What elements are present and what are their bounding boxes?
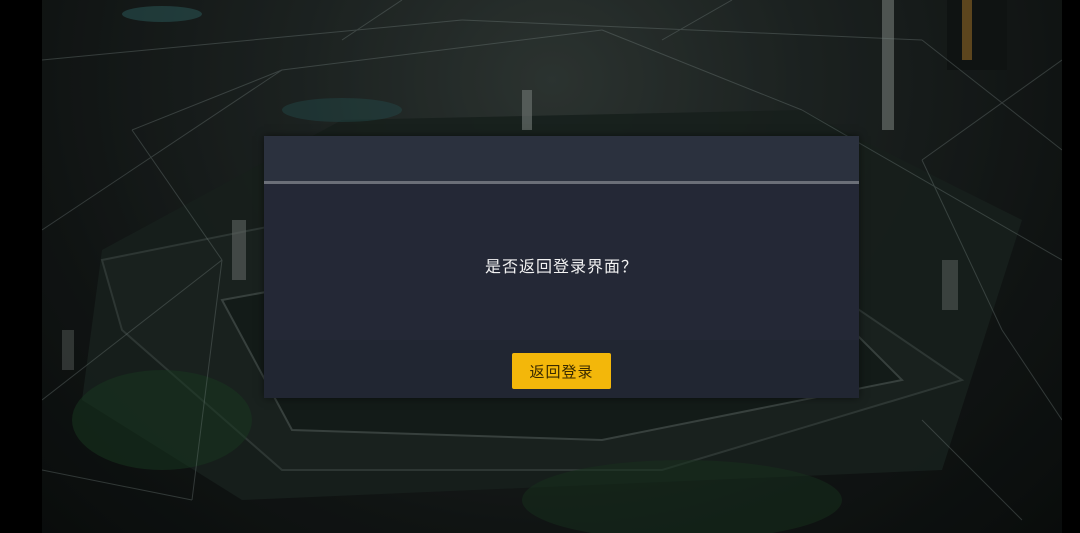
- return-to-login-button[interactable]: 返回登录: [512, 353, 611, 389]
- dialog-header: [264, 136, 859, 181]
- dialog-message: 是否返回登录界面？: [484, 257, 638, 276]
- confirm-dialog: 是否返回登录界面？ 返回登录: [264, 136, 859, 398]
- letterbox-left: [0, 0, 42, 533]
- letterbox-right: [1062, 0, 1080, 533]
- game-screen: 是否返回登录界面？ 返回登录: [0, 0, 1080, 533]
